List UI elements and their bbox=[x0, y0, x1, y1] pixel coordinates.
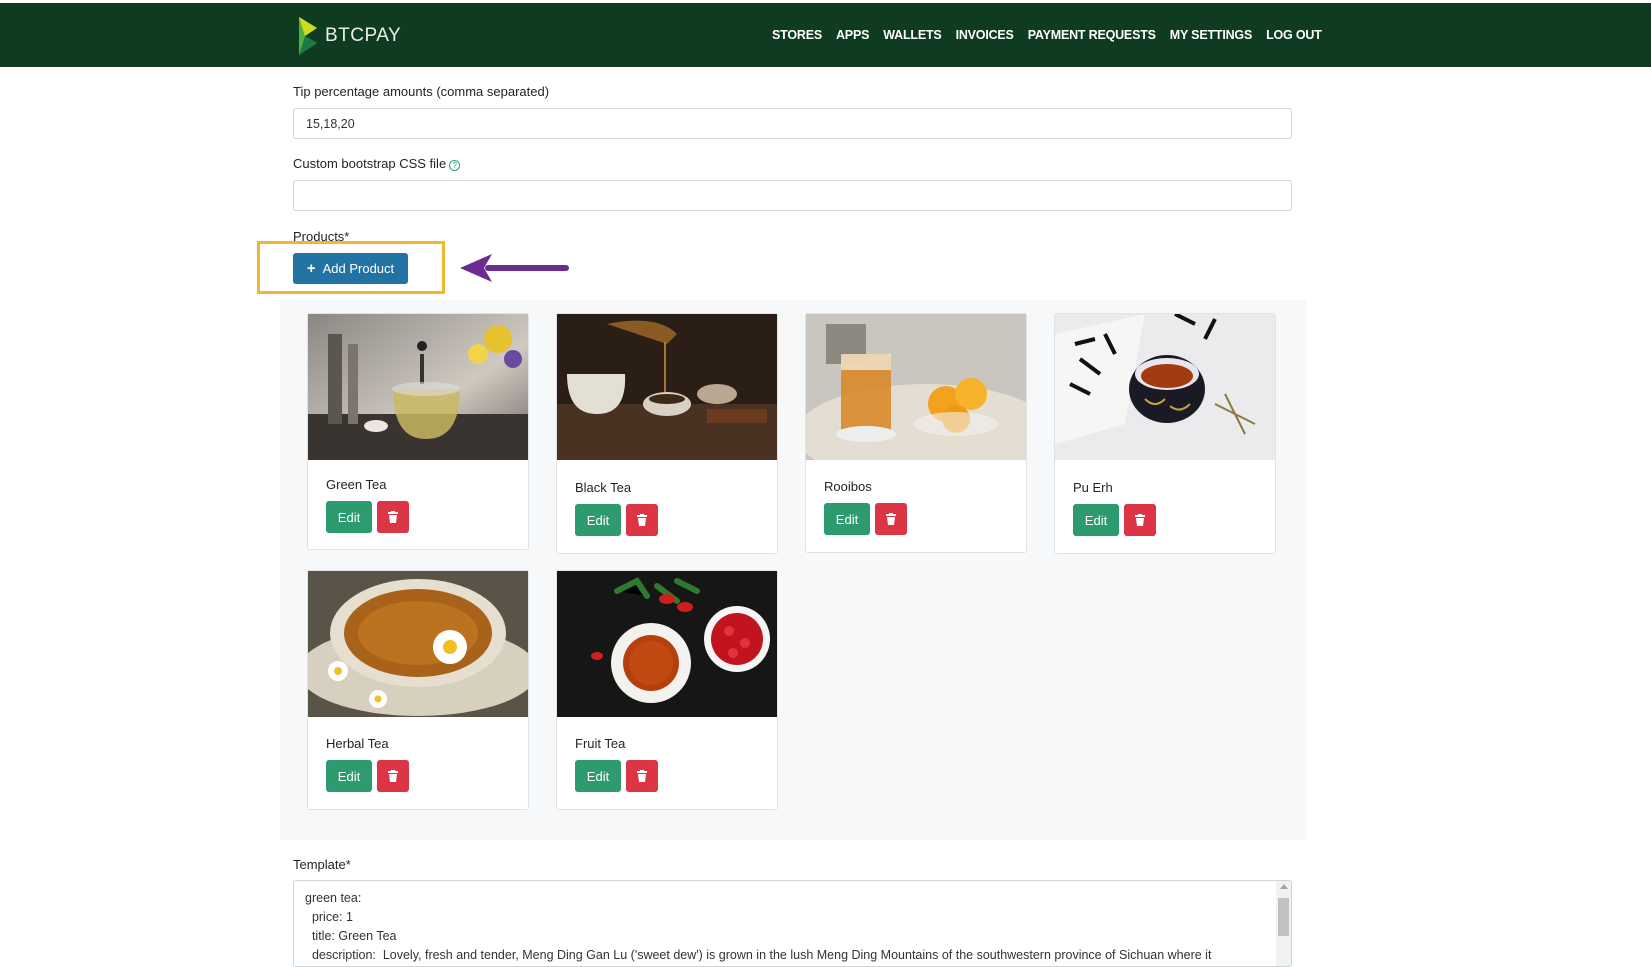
trash-icon bbox=[388, 770, 398, 782]
scroll-up-arrow-icon[interactable] bbox=[1280, 884, 1288, 889]
product-title: Herbal Tea bbox=[326, 736, 389, 751]
trash-icon bbox=[637, 770, 647, 782]
product-actions: Edit bbox=[1073, 504, 1156, 536]
product-actions: Edit bbox=[326, 501, 409, 533]
product-actions: Edit bbox=[575, 760, 658, 792]
template-content: green tea: price: 1 title: Green Tea des… bbox=[305, 889, 1211, 965]
template-textarea[interactable]: green tea: price: 1 title: Green Tea des… bbox=[293, 880, 1292, 967]
template-line: title: Green Tea bbox=[305, 929, 397, 943]
product-card-green-tea: Green Tea Edit bbox=[307, 313, 529, 550]
trash-icon bbox=[886, 513, 896, 525]
product-title: Fruit Tea bbox=[575, 736, 626, 751]
brand-name: BTCPAY bbox=[325, 25, 402, 46]
product-image-rooibos bbox=[806, 314, 1026, 460]
product-card-rooibos: Rooibos Edit bbox=[805, 313, 1027, 553]
product-title: Pu Erh bbox=[1073, 480, 1113, 495]
product-card-herbal-tea: Herbal Tea Edit bbox=[307, 570, 529, 810]
product-title: Green Tea bbox=[326, 477, 387, 492]
edit-button[interactable]: Edit bbox=[326, 760, 372, 792]
trash-icon bbox=[1135, 514, 1145, 526]
edit-button[interactable]: Edit bbox=[326, 501, 372, 533]
edit-button[interactable]: Edit bbox=[575, 760, 621, 792]
edit-button[interactable]: Edit bbox=[824, 503, 870, 535]
scroll-thumb[interactable] bbox=[1278, 898, 1289, 936]
product-image-herbal-tea bbox=[308, 571, 528, 717]
product-actions: Edit bbox=[575, 504, 658, 536]
edit-button[interactable]: Edit bbox=[1073, 504, 1119, 536]
tip-percentage-label: Tip percentage amounts (comma separated) bbox=[293, 84, 550, 99]
template-line: description: Lovely, fresh and tender, M… bbox=[305, 948, 1212, 962]
delete-button[interactable] bbox=[1124, 504, 1156, 536]
product-image-green-tea bbox=[308, 314, 528, 460]
product-title: Rooibos bbox=[824, 479, 872, 494]
main-nav: STORES APPS WALLETS INVOICES PAYMENT REQ… bbox=[772, 3, 1336, 67]
add-product-button[interactable]: + Add Product bbox=[293, 253, 408, 284]
template-label: Template* bbox=[293, 857, 351, 872]
plus-icon: + bbox=[306, 260, 316, 277]
delete-button[interactable] bbox=[875, 503, 907, 535]
product-image-pu-erh bbox=[1055, 314, 1275, 460]
btcpay-logo-icon bbox=[299, 17, 317, 55]
trash-icon bbox=[388, 511, 398, 523]
template-line: price: 1 bbox=[305, 910, 353, 924]
delete-button[interactable] bbox=[626, 504, 658, 536]
delete-button[interactable] bbox=[377, 760, 409, 792]
nav-payment-requests[interactable]: PAYMENT REQUESTS bbox=[1028, 28, 1156, 42]
nav-apps[interactable]: APPS bbox=[836, 28, 869, 42]
custom-css-label: Custom bootstrap CSS file? bbox=[293, 156, 461, 171]
brand-logo-link[interactable]: BTCPAY bbox=[296, 15, 401, 57]
custom-css-label-text: Custom bootstrap CSS file bbox=[293, 156, 447, 171]
delete-button[interactable] bbox=[377, 501, 409, 533]
template-line: green tea: bbox=[305, 891, 362, 905]
product-image-black-tea bbox=[557, 314, 777, 460]
product-actions: Edit bbox=[824, 503, 907, 535]
custom-css-input[interactable] bbox=[293, 180, 1292, 211]
product-card-fruit-tea: Fruit Tea Edit bbox=[556, 570, 778, 810]
trash-icon bbox=[637, 514, 647, 526]
nav-invoices[interactable]: INVOICES bbox=[956, 28, 1014, 42]
help-icon[interactable]: ? bbox=[449, 160, 461, 171]
product-actions: Edit bbox=[326, 760, 409, 792]
nav-my-settings[interactable]: MY SETTINGS bbox=[1170, 28, 1253, 42]
nav-stores[interactable]: STORES bbox=[772, 28, 822, 42]
delete-button[interactable] bbox=[626, 760, 658, 792]
annotation-arrow-icon bbox=[460, 254, 569, 282]
add-product-label: Add Product bbox=[322, 261, 395, 276]
template-scrollbar[interactable] bbox=[1276, 881, 1291, 966]
products-area: Green Tea Edit Black Tea Edit Rooibos Ed… bbox=[280, 300, 1306, 840]
product-title: Black Tea bbox=[575, 480, 632, 495]
edit-button[interactable]: Edit bbox=[575, 504, 621, 536]
tip-percentage-input[interactable] bbox=[293, 108, 1292, 139]
top-navbar: BTCPAY STORES APPS WALLETS INVOICES PAYM… bbox=[0, 3, 1651, 67]
nav-wallets[interactable]: WALLETS bbox=[883, 28, 942, 42]
product-image-fruit-tea bbox=[557, 571, 777, 717]
product-card-pu-erh: Pu Erh Edit bbox=[1054, 313, 1276, 554]
nav-log-out[interactable]: LOG OUT bbox=[1266, 28, 1322, 42]
product-card-black-tea: Black Tea Edit bbox=[556, 313, 778, 554]
